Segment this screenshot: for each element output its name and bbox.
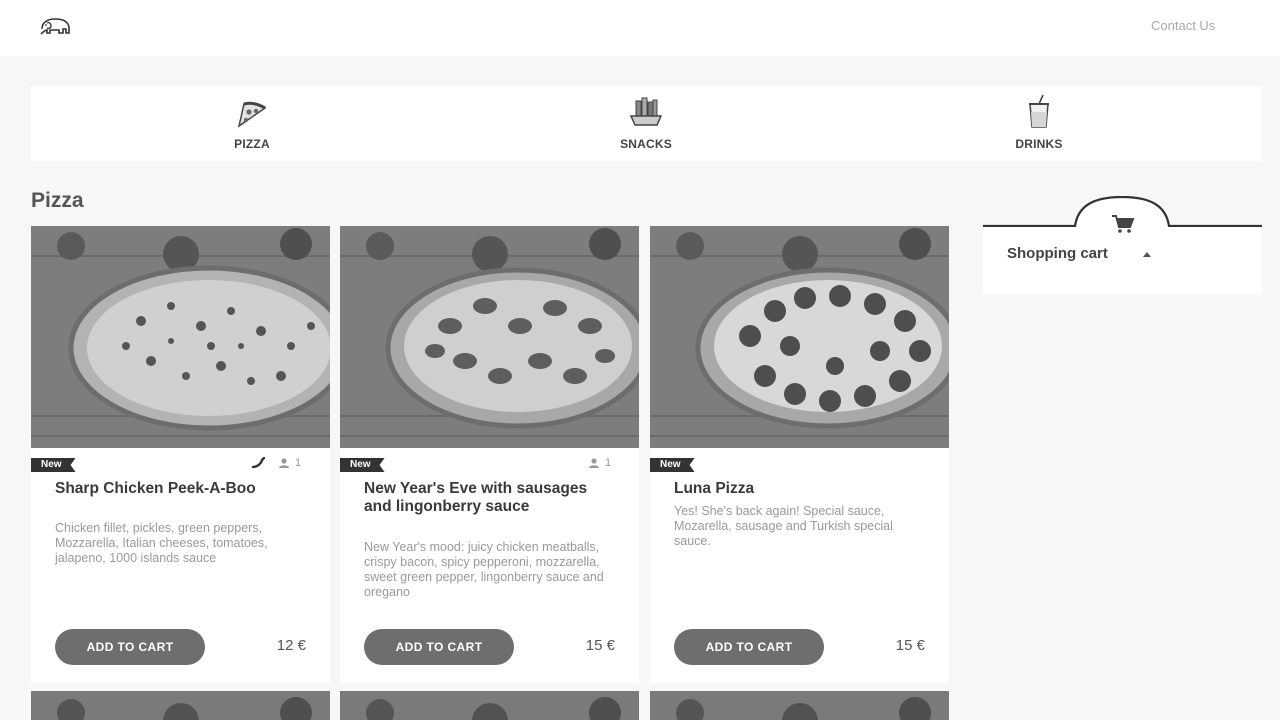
cart-icon <box>1112 215 1135 233</box>
new-badge: New <box>340 458 385 472</box>
product-card: New 1 Sharp Chicken Peek-A-Boo Chicken f… <box>31 226 330 683</box>
product-image[interactable] <box>650 226 949 448</box>
product-meta: 1 <box>587 457 611 469</box>
product-price: 15 € <box>585 637 615 654</box>
product-title[interactable]: Luna Pizza <box>674 480 904 498</box>
caret-up-icon[interactable] <box>1143 252 1151 257</box>
product-image[interactable] <box>31 226 330 448</box>
add-to-cart-button[interactable]: ADD TO CART <box>674 629 824 665</box>
top-bar: Contact Us <box>0 0 1280 56</box>
product-title[interactable]: New Year's Eve with sausages and lingonb… <box>364 480 594 516</box>
product-price: 12 € <box>276 637 306 654</box>
product-card: New Luna Pizza Yes! She's back again! Sp… <box>650 226 949 683</box>
product-image[interactable] <box>650 691 949 720</box>
snacks-icon <box>629 97 663 126</box>
product-image[interactable] <box>31 691 330 720</box>
product-description: Yes! She's back again! Special sauce, Mo… <box>674 504 893 548</box>
persons-count: 1 <box>295 457 302 469</box>
add-to-cart-button[interactable]: ADD TO CART <box>364 629 514 665</box>
product-description: Chicken fillet, pickles, green peppers, … <box>55 521 268 565</box>
section-title: Pizza <box>31 189 84 212</box>
pizza-icon <box>237 101 267 128</box>
product-meta: 1 <box>251 457 301 469</box>
product-image[interactable] <box>340 691 639 720</box>
contact-us-link[interactable]: Contact Us <box>1151 18 1215 33</box>
person-icon <box>279 458 289 468</box>
persons-count: 1 <box>605 457 612 469</box>
category-label: SNACKS <box>620 137 672 151</box>
add-to-cart-button[interactable]: ADD TO CART <box>55 629 205 665</box>
product-title[interactable]: Sharp Chicken Peek-A-Boo <box>55 480 285 498</box>
product-card: New 1 New Year's Eve with sausages and l… <box>340 226 639 683</box>
shopping-cart-title[interactable]: Shopping cart <box>1007 245 1108 262</box>
product-price: 15 € <box>895 637 925 654</box>
category-label: DRINKS <box>1015 137 1063 151</box>
category-drinks[interactable]: DRINKS <box>969 86 1109 161</box>
category-pizza[interactable]: PIZZA <box>182 86 322 161</box>
new-badge: New <box>650 458 695 472</box>
new-badge: New <box>31 458 76 472</box>
category-label: PIZZA <box>234 137 270 151</box>
product-description: New Year's mood: juicy chicken meatballs… <box>364 540 604 599</box>
person-icon <box>589 458 599 468</box>
elephant-logo[interactable] <box>38 14 74 38</box>
product-image[interactable] <box>340 226 639 448</box>
category-bar: PIZZA SNACKS DRINKS <box>31 86 1262 161</box>
chili-pepper-icon <box>251 457 265 469</box>
category-snacks[interactable]: SNACKS <box>576 86 716 161</box>
drinks-icon <box>1029 94 1049 128</box>
